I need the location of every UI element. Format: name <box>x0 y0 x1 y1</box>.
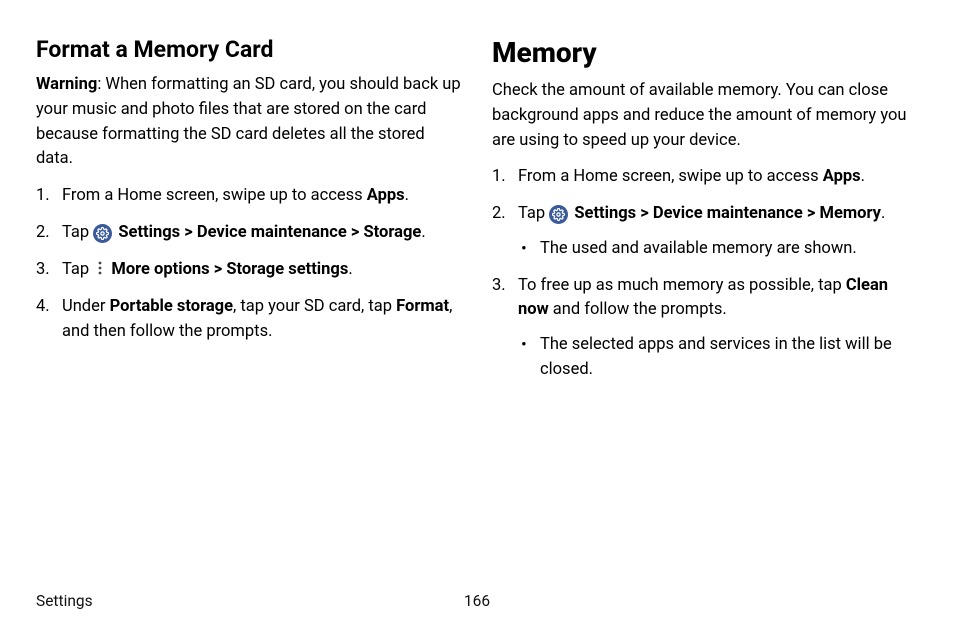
settings-gear-icon <box>93 224 112 243</box>
list-item: The selected apps and services in the li… <box>518 333 918 383</box>
list-item: The used and available memory are shown. <box>518 237 918 262</box>
memory-intro: Check the amount of available memory. Yo… <box>492 79 918 153</box>
memory-steps-list: From a Home screen, swipe up to access A… <box>492 165 918 382</box>
format-steps-list: From a Home screen, swipe up to access A… <box>36 184 462 345</box>
settings-gear-icon <box>549 205 568 224</box>
list-item: From a Home screen, swipe up to access A… <box>36 184 462 209</box>
warning-label: Warning <box>36 75 97 94</box>
page-number: 166 <box>464 592 490 610</box>
sub-bullet-list: The selected apps and services in the li… <box>518 333 918 383</box>
warning-paragraph: Warning: When formatting an SD card, you… <box>36 73 462 172</box>
list-item: Tap Settings > Device maintenance > Memo… <box>492 202 918 262</box>
warning-text: : When formatting an SD card, you should… <box>36 75 461 168</box>
sub-bullet-list: The used and available memory are shown. <box>518 237 918 262</box>
memory-heading: Memory <box>492 36 918 69</box>
list-item: Tap More options > Storage settings. <box>36 258 462 284</box>
left-column: Format a Memory Card Warning: When forma… <box>36 36 462 395</box>
footer-section-label: Settings <box>36 592 93 610</box>
list-item: From a Home screen, swipe up to access A… <box>492 165 918 190</box>
two-column-layout: Format a Memory Card Warning: When forma… <box>36 36 918 395</box>
list-item: Tap Settings > Device maintenance > Stor… <box>36 221 462 246</box>
format-card-heading: Format a Memory Card <box>36 36 462 63</box>
more-options-icon <box>94 259 106 284</box>
list-item: To free up as much memory as possible, t… <box>492 274 918 383</box>
right-column: Memory Check the amount of available mem… <box>492 36 918 395</box>
page-footer: Settings 166 <box>36 592 918 610</box>
list-item: Under Portable storage, tap your SD card… <box>36 295 462 345</box>
